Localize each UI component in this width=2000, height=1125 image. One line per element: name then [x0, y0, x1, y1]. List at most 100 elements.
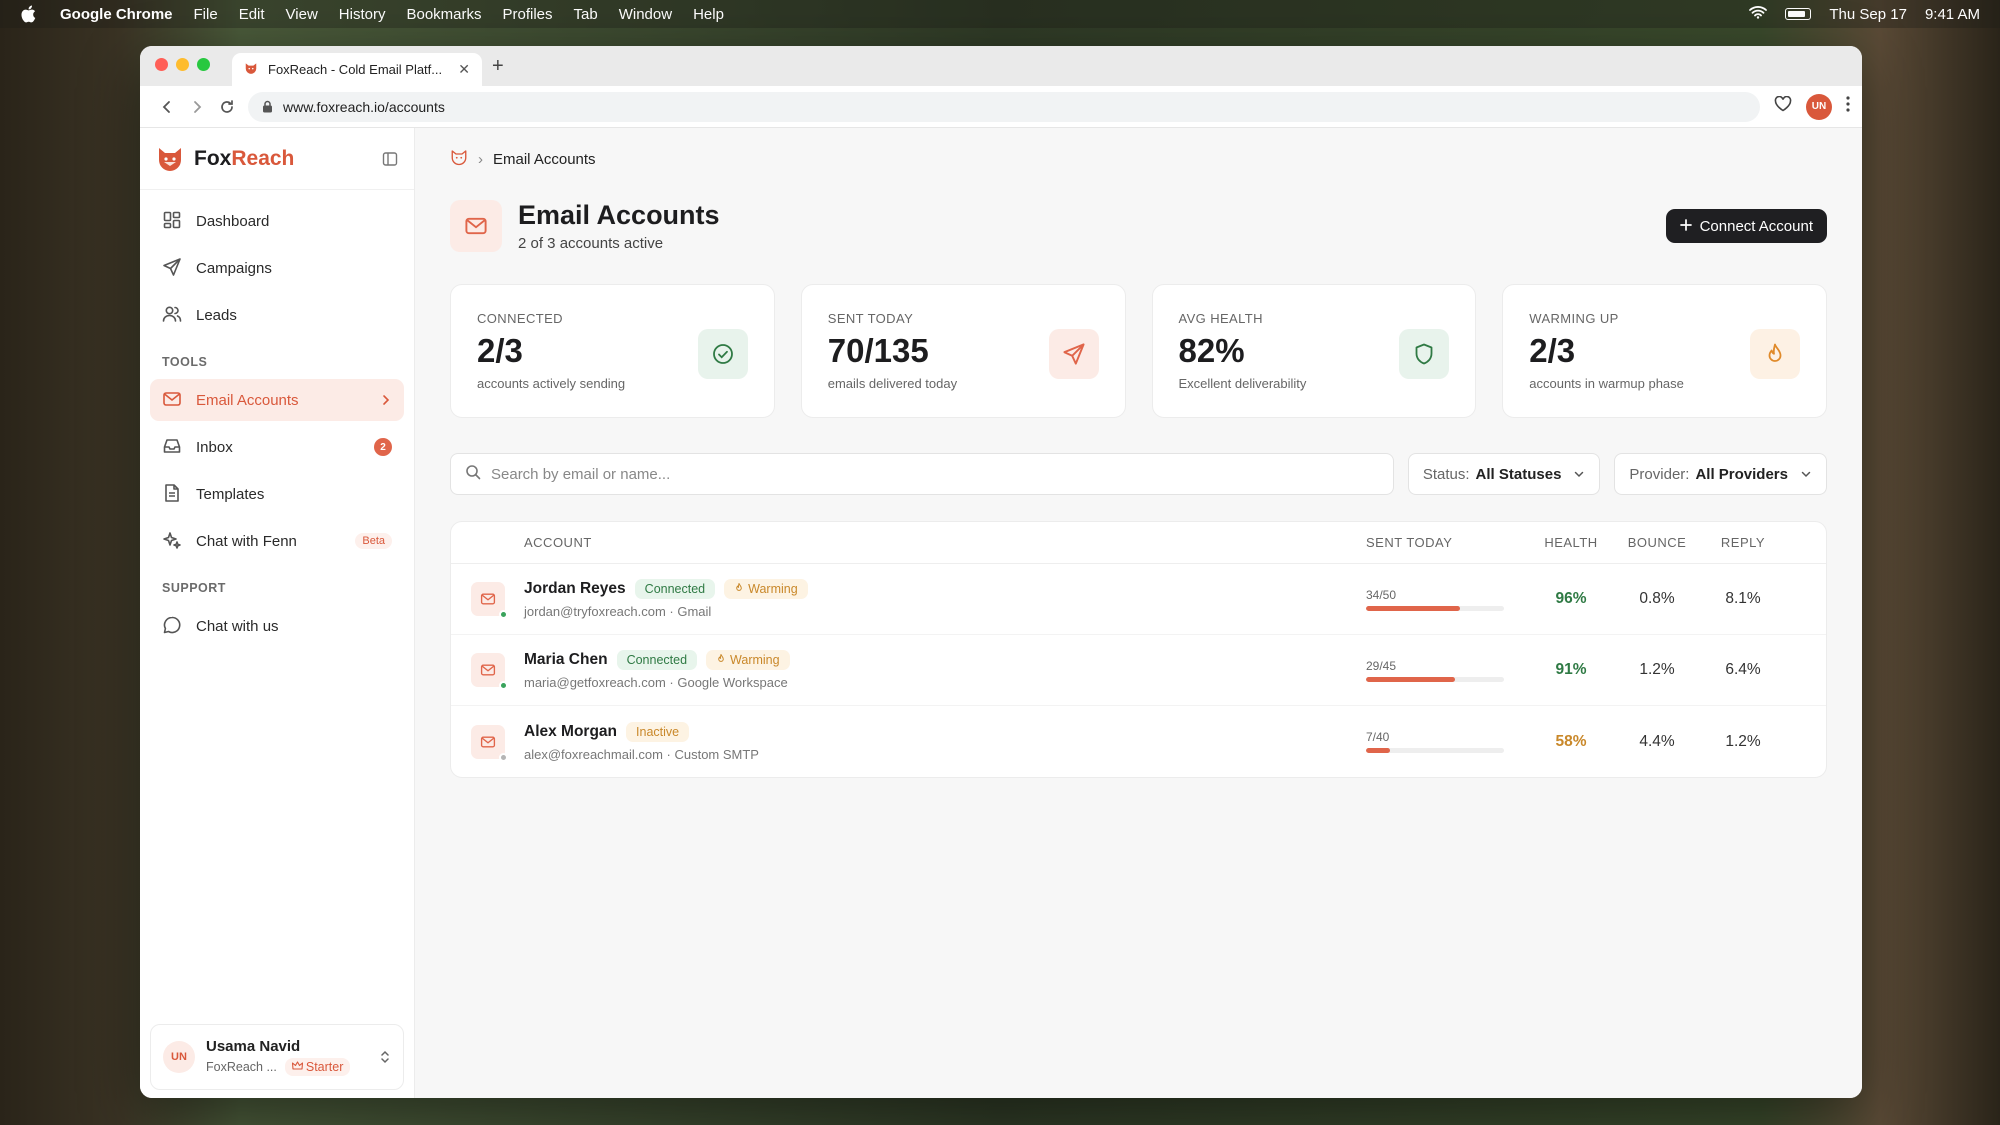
chevrons-up-down-icon	[379, 1049, 391, 1065]
menu-view[interactable]: View	[286, 6, 318, 23]
back-icon[interactable]	[152, 100, 182, 114]
account-name[interactable]: Jordan Reyes	[524, 580, 626, 598]
tab-close-icon[interactable]: ✕	[458, 61, 470, 78]
account-name[interactable]: Alex Morgan	[524, 723, 617, 741]
table-row[interactable]: Alex Morgan Inactive alex@foxreachmail.c…	[451, 706, 1826, 777]
column-header-sent-today[interactable]: SENT TODAY	[1366, 535, 1528, 550]
sidebar-item-chat-with-us[interactable]: Chat with us	[150, 605, 404, 647]
menu-history[interactable]: History	[339, 6, 386, 23]
search-input[interactable]	[491, 465, 1379, 483]
column-header-health[interactable]: HEALTH	[1528, 535, 1614, 550]
sidebar-item-chat-with-fenn[interactable]: Chat with Fenn Beta	[150, 520, 404, 562]
menu-window[interactable]: Window	[619, 6, 672, 23]
menu-edit[interactable]: Edit	[239, 6, 265, 23]
menu-profiles[interactable]: Profiles	[503, 6, 553, 23]
account-email-provider: maria@getfoxreach.com · Google Workspace	[524, 675, 788, 690]
table-header: ACCOUNT SENT TODAY HEALTH BOUNCE REPLY	[451, 522, 1826, 564]
minimize-window-button[interactable]	[176, 58, 189, 71]
sidebar-toggle-icon[interactable]	[382, 151, 398, 167]
plus-icon	[1679, 218, 1692, 235]
status-dot	[498, 681, 508, 690]
file-icon	[162, 483, 184, 505]
close-window-button[interactable]	[155, 58, 168, 71]
mail-icon	[470, 724, 508, 762]
connect-account-button[interactable]: Connect Account	[1665, 209, 1827, 243]
menu-file[interactable]: File	[194, 6, 218, 23]
user-account-switcher[interactable]: UN Usama Navid FoxReach ... Starter	[150, 1024, 404, 1090]
more-menu-icon[interactable]	[1846, 96, 1850, 117]
search-box	[450, 453, 1394, 495]
stat-label: SENT TODAY	[827, 311, 914, 326]
sent-progress-fill	[1366, 676, 1455, 682]
macos-menu-bar: Google Chrome File Edit View History Boo…	[0, 0, 2000, 28]
sent-progress-fill	[1366, 605, 1460, 611]
column-header-reply[interactable]: REPLY	[1700, 535, 1786, 550]
sidebar-item-campaigns[interactable]: Campaigns	[150, 247, 404, 289]
chevron-right-icon	[380, 394, 392, 406]
grid-icon	[162, 210, 184, 232]
health-score: 58%	[1555, 732, 1587, 750]
browser-tab-active[interactable]: FoxReach - Cold Email Platf... ✕	[232, 53, 482, 86]
address-bar[interactable]: www.foxreach.io/accounts	[248, 91, 1760, 122]
heart-icon[interactable]	[1774, 95, 1792, 117]
stat-card-avg-health: AVG HEALTH 82% Excellent deliverability	[1151, 284, 1477, 418]
status-badge: Inactive	[626, 721, 690, 742]
table-row[interactable]: Maria Chen Connected Warming maria@getfo…	[451, 635, 1826, 706]
tab-strip: FoxReach - Cold Email Platf... ✕ +	[140, 46, 1862, 86]
menubar-date[interactable]: Thu Sep 17	[1829, 6, 1907, 23]
app-shell: FoxReach Dashboard Campaigns Leads TOOLS…	[140, 128, 1862, 1098]
sidebar-item-leads[interactable]: Leads	[150, 294, 404, 336]
page-title: Email Accounts	[518, 200, 720, 230]
stat-card-sent-today: SENT TODAY 70/135 emails delivered today	[800, 284, 1126, 418]
sidebar-item-email-accounts[interactable]: Email Accounts	[150, 379, 404, 421]
stat-label: AVG HEALTH	[1178, 311, 1263, 326]
browser-window: FoxReach - Cold Email Platf... ✕ + www.f…	[140, 46, 1862, 1098]
bounce-rate: 0.8%	[1639, 590, 1675, 607]
stats-row: CONNECTED 2/3 accounts actively sending …	[450, 284, 1827, 418]
apple-icon[interactable]	[20, 5, 38, 23]
menu-bookmarks[interactable]: Bookmarks	[406, 6, 481, 23]
sidebar-item-templates[interactable]: Templates	[150, 473, 404, 515]
forward-icon[interactable]	[182, 100, 212, 114]
mail-icon	[450, 200, 502, 252]
flame-icon	[716, 653, 726, 667]
url-text[interactable]: www.foxreach.io/accounts	[283, 99, 445, 115]
profile-avatar[interactable]: UN	[1806, 93, 1832, 120]
mail-icon	[470, 653, 508, 690]
search-icon	[465, 464, 481, 485]
sidebar-item-inbox[interactable]: Inbox 2	[150, 426, 404, 468]
battery-icon[interactable]	[1785, 8, 1812, 20]
crown-icon	[291, 1060, 303, 1074]
status-filter-select[interactable]: Status: All Statuses	[1407, 453, 1601, 495]
wifi-icon[interactable]	[1749, 5, 1768, 23]
mail-icon	[162, 389, 184, 411]
sent-progress-bar	[1366, 676, 1504, 682]
tools-section-label: TOOLS	[162, 355, 208, 369]
menu-app-name[interactable]: Google Chrome	[60, 6, 173, 23]
column-header-account[interactable]: ACCOUNT	[524, 535, 1366, 550]
column-header-bounce[interactable]: BOUNCE	[1614, 535, 1700, 550]
account-name[interactable]: Maria Chen	[524, 651, 608, 669]
sidebar: FoxReach Dashboard Campaigns Leads TOOLS…	[140, 128, 415, 1098]
menubar-time[interactable]: 9:41 AM	[1925, 6, 1980, 23]
menu-tab[interactable]: Tab	[574, 6, 598, 23]
sidebar-item-label: Campaigns	[196, 259, 272, 277]
send-icon	[1048, 329, 1099, 379]
menu-help[interactable]: Help	[693, 6, 724, 23]
zoom-window-button[interactable]	[197, 58, 210, 71]
sidebar-item-label: Chat with Fenn	[196, 532, 297, 550]
fox-logo-icon[interactable]	[156, 145, 184, 173]
new-tab-icon[interactable]: +	[492, 55, 504, 78]
mail-icon	[470, 582, 508, 619]
address-toolbar: www.foxreach.io/accounts UN	[140, 86, 1862, 128]
home-fox-icon[interactable]	[450, 148, 468, 170]
plan-badge: Starter	[284, 1058, 351, 1076]
lock-icon[interactable]	[262, 100, 273, 113]
sidebar-item-label: Templates	[196, 485, 265, 503]
status-dot	[498, 752, 508, 762]
provider-filter-select[interactable]: Provider: All Providers	[1614, 453, 1827, 495]
warming-badge: Warming	[706, 650, 790, 670]
table-row[interactable]: Jordan Reyes Connected Warming jordan@tr…	[451, 564, 1826, 635]
reload-icon[interactable]	[212, 99, 242, 115]
sidebar-item-dashboard[interactable]: Dashboard	[150, 200, 404, 242]
